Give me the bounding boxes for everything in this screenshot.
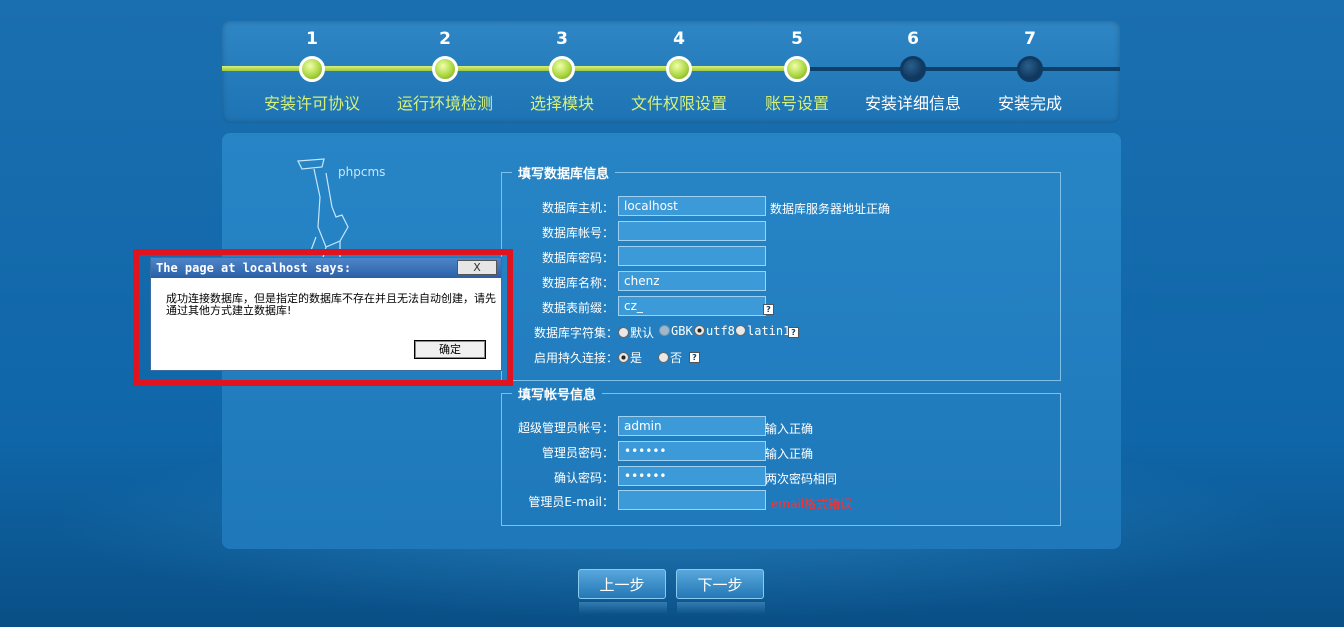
- admin-email-row: 管理员E-mail：: [222, 490, 614, 512]
- alert-title: The page at localhost says:: [151, 258, 501, 278]
- step-done-dot-icon: [549, 56, 575, 82]
- ok-button[interactable]: 确定: [414, 340, 486, 359]
- logo-text: phpcms: [338, 165, 386, 179]
- charset-option-gbk[interactable]: GBK: [659, 324, 693, 338]
- step-pending-dot-icon: [900, 56, 926, 82]
- next-step-label: 下一步: [697, 576, 743, 594]
- close-icon[interactable]: X: [457, 260, 497, 275]
- admin-password-input[interactable]: ••••••: [618, 441, 766, 461]
- pconnect-option-no[interactable]: 否: [658, 349, 682, 366]
- db-host-label: 数据库主机：: [541, 201, 614, 215]
- admin-account-input[interactable]: admin: [618, 416, 766, 436]
- button-reflection: [579, 602, 667, 614]
- pconnect-yes-label: 是: [630, 351, 643, 365]
- confirm-password-hint: 两次密码相同: [765, 472, 838, 486]
- admin-password-label: 管理员密码：: [541, 446, 614, 460]
- admin-account-hint: 输入正确: [765, 422, 814, 436]
- db-prefix-input[interactable]: cz_: [618, 296, 766, 316]
- db-user-label: 数据库帐号：: [541, 226, 614, 240]
- radio-selected-icon: [618, 352, 629, 363]
- radio-icon: [659, 325, 670, 336]
- charset-option-label: GBK: [671, 324, 693, 338]
- help-icon[interactable]: ?: [763, 304, 774, 315]
- button-reflection: [677, 602, 765, 614]
- charset-option-default[interactable]: 默认: [618, 324, 654, 341]
- install-step-bar: 1 安装许可协议 2 运行环境检测 3 选择模块 4 文件权限设置 5 账号设置…: [222, 21, 1120, 123]
- admin-email-error: email格式错误: [771, 497, 853, 511]
- step-number: 1: [306, 29, 318, 49]
- admin-email-label: 管理员E-mail：: [528, 495, 614, 509]
- db-user-input[interactable]: [618, 221, 766, 241]
- confirm-password-row: 确认密码：: [222, 466, 614, 488]
- next-step-button[interactable]: 下一步: [676, 569, 765, 614]
- step-done-dot-icon: [299, 56, 325, 82]
- prev-step-button[interactable]: 上一步: [578, 569, 667, 614]
- charset-option-label: 默认: [630, 326, 655, 340]
- step-label: 安装完成: [997, 94, 1062, 113]
- db-name-input[interactable]: chenz: [618, 271, 766, 291]
- radio-selected-icon: [694, 325, 705, 336]
- db-name-label: 数据库名称：: [541, 276, 614, 290]
- pconnect-no-label: 否: [670, 351, 683, 365]
- db-host-input[interactable]: localhost: [618, 196, 766, 216]
- step-7: 7 安装完成: [960, 21, 1100, 114]
- radio-icon: [618, 327, 629, 338]
- step-done-dot-icon: [432, 56, 458, 82]
- db-pass-input[interactable]: [618, 246, 766, 266]
- step-number: 7: [1024, 29, 1036, 49]
- help-icon[interactable]: ?: [689, 352, 700, 363]
- step-done-dot-icon: [784, 56, 810, 82]
- db-host-row: 数据库主机：: [222, 196, 614, 218]
- pconnect-option-yes[interactable]: 是: [618, 349, 642, 366]
- db-pass-label: 数据库密码：: [541, 251, 614, 265]
- alert-dialog: The page at localhost says: X 成功连接数据库，但是…: [150, 257, 502, 371]
- charset-option-utf8[interactable]: utf8: [694, 324, 735, 338]
- db-prefix-label: 数据表前缀：: [541, 301, 614, 315]
- radio-icon: [658, 352, 669, 363]
- step-label: 安装许可协议: [263, 94, 360, 113]
- help-icon[interactable]: ?: [788, 327, 799, 338]
- admin-account-row: 超级管理员帐号：: [222, 416, 614, 438]
- admin-email-input[interactable]: [618, 490, 766, 510]
- db-charset-label: 数据库字符集：: [533, 326, 618, 340]
- charset-option-latin1[interactable]: latin1: [735, 324, 790, 338]
- admin-password-row: 管理员密码：: [222, 441, 614, 463]
- confirm-password-label: 确认密码：: [553, 471, 614, 485]
- charset-option-label: latin1: [747, 324, 791, 338]
- account-info-legend: 填写帐号信息: [518, 388, 597, 403]
- step-pending-dot-icon: [1017, 56, 1043, 82]
- admin-account-label: 超级管理员帐号：: [517, 421, 614, 435]
- admin-password-hint: 输入正确: [765, 447, 814, 461]
- alert-message: 成功连接数据库，但是指定的数据库不存在并且无法自动创建，请先通过其他方式建立数据…: [166, 292, 496, 317]
- db-user-row: 数据库帐号：: [222, 221, 614, 243]
- db-pconnect-label: 启用持久连接：: [533, 351, 618, 365]
- charset-option-label: utf8: [706, 324, 735, 338]
- confirm-password-input[interactable]: ••••••: [618, 466, 766, 486]
- db-host-hint: 数据库服务器地址正确: [770, 202, 891, 216]
- radio-icon: [735, 325, 746, 336]
- step-1: 1 安装许可协议: [242, 21, 382, 114]
- db-info-legend: 填写数据库信息: [518, 167, 610, 182]
- step-done-dot-icon: [666, 56, 692, 82]
- prev-step-label: 上一步: [599, 576, 645, 594]
